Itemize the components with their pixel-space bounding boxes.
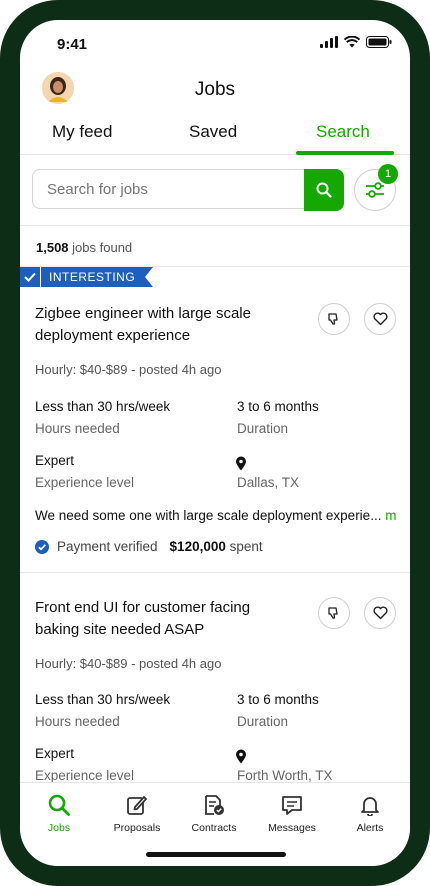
interesting-ribbon: INTERESTING <box>20 267 154 287</box>
ribbon-tail <box>145 267 154 287</box>
home-indicator <box>146 852 286 857</box>
status-time: 9:41 <box>57 36 88 53</box>
screen: 9:41 Jobs My feed Saved Search Search fo… <box>20 20 410 866</box>
nav-label: Alerts <box>356 822 384 834</box>
status-icons <box>320 36 392 48</box>
dislike-button[interactable] <box>318 597 350 629</box>
job-description: We need some one with large scale deploy… <box>35 508 397 523</box>
search-icon <box>48 794 70 816</box>
nav-label: Contracts <box>191 822 237 834</box>
tab-my-feed[interactable]: My feed <box>52 122 112 142</box>
hours-label: Hours needed <box>35 421 120 436</box>
tab-bar: My feed Saved Search <box>20 116 410 155</box>
client-info: Payment verified $120,000 spent <box>35 539 263 554</box>
location-pin-icon <box>236 456 246 471</box>
save-job-button[interactable] <box>364 597 396 629</box>
thumbs-down-icon <box>328 313 338 325</box>
hours-value: Less than 30 hrs/week <box>35 399 171 414</box>
location-label: Dallas, TX <box>237 475 300 490</box>
client-spent-amount: $120,000 <box>169 539 226 554</box>
thumbs-down-icon <box>328 607 338 619</box>
results-count-number: 1,508 <box>36 240 69 255</box>
message-icon <box>282 796 302 815</box>
more-link[interactable]: more <box>385 508 397 523</box>
job-title[interactable]: Front end UI for customer facing baking … <box>35 597 295 641</box>
verified-badge-icon <box>35 539 49 554</box>
filter-sliders-icon <box>366 182 384 198</box>
bell-icon <box>361 797 379 816</box>
duration-value: 3 to 6 months <box>237 692 319 707</box>
job-description-text: We need some one with large scale deploy… <box>35 508 382 523</box>
divider <box>20 225 410 226</box>
location-pin-icon <box>236 749 246 764</box>
payment-verified-label: Payment verified <box>57 539 158 554</box>
nav-jobs[interactable]: Jobs <box>24 791 94 834</box>
signal-icon <box>320 36 338 48</box>
search-button[interactable] <box>304 169 344 211</box>
filter-count-badge: 1 <box>378 164 398 184</box>
header: Jobs <box>20 70 410 110</box>
hours-label: Hours needed <box>35 714 120 729</box>
edit-icon <box>127 796 147 815</box>
heart-icon <box>372 606 388 620</box>
nav-label: Jobs <box>47 822 71 834</box>
divider <box>20 572 410 573</box>
tab-saved[interactable]: Saved <box>189 122 237 142</box>
level-label: Experience level <box>35 768 135 783</box>
search-icon <box>316 182 332 198</box>
duration-label: Duration <box>237 421 289 436</box>
battery-icon <box>366 36 392 48</box>
nav-alerts[interactable]: Alerts <box>335 791 405 834</box>
active-tab-indicator <box>296 151 394 155</box>
nav-messages[interactable]: Messages <box>257 791 327 834</box>
location-label: Forth Worth, TX <box>237 768 333 783</box>
job-rate-posted: Hourly: $40-$89 - posted 4h ago <box>35 656 222 671</box>
page-title: Jobs <box>194 79 236 100</box>
results-count: 1,508 jobs found <box>36 240 132 255</box>
checkmark-icon <box>20 267 40 287</box>
client-spent-suffix: spent <box>229 539 263 554</box>
save-job-button[interactable] <box>364 303 396 335</box>
contract-icon <box>205 795 224 815</box>
job-rate-posted: Hourly: $40-$89 - posted 4h ago <box>35 362 222 377</box>
heart-icon <box>372 312 388 326</box>
search-row: 1 <box>32 164 398 211</box>
duration-label: Duration <box>237 714 289 729</box>
job-title[interactable]: Zigbee engineer with large scale deploym… <box>35 303 295 347</box>
hours-value: Less than 30 hrs/week <box>35 692 171 707</box>
wifi-icon <box>344 36 360 48</box>
nav-label: Messages <box>268 822 316 834</box>
device-frame: 9:41 Jobs My feed Saved Search Search fo… <box>0 0 430 886</box>
nav-proposals[interactable]: Proposals <box>102 791 172 834</box>
status-bar: 9:41 <box>20 20 410 66</box>
level-value: Expert <box>35 746 75 761</box>
dislike-button[interactable] <box>318 303 350 335</box>
client-spent: $120,000 spent <box>170 539 263 554</box>
tab-search[interactable]: Search <box>316 122 370 142</box>
ribbon-label: INTERESTING <box>41 267 146 287</box>
results-count-suffix: jobs found <box>72 240 133 255</box>
search-input[interactable] <box>32 169 304 209</box>
nav-label: Proposals <box>113 822 161 834</box>
level-label: Experience level <box>35 475 135 490</box>
nav-contracts[interactable]: Contracts <box>179 791 249 834</box>
level-value: Expert <box>35 453 75 468</box>
duration-value: 3 to 6 months <box>237 399 319 414</box>
